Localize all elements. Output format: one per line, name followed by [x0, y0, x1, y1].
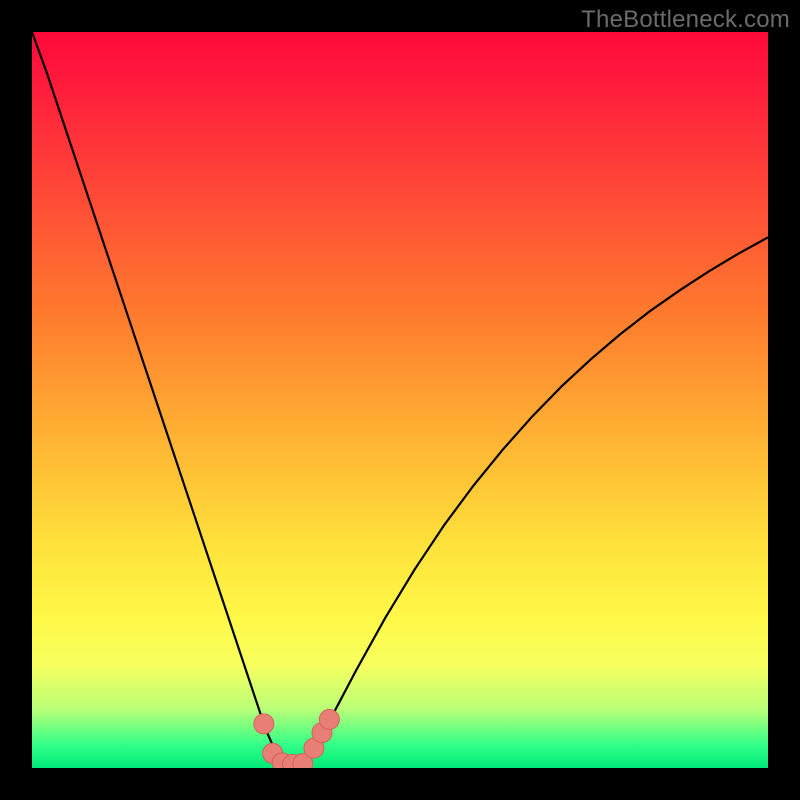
chart-frame: TheBottleneck.com [0, 0, 800, 800]
watermark-text: TheBottleneck.com [581, 6, 790, 34]
plot-area [32, 32, 768, 768]
bottleneck-curve [32, 32, 768, 768]
curve-marker [319, 709, 339, 729]
curve-marker [254, 714, 274, 734]
